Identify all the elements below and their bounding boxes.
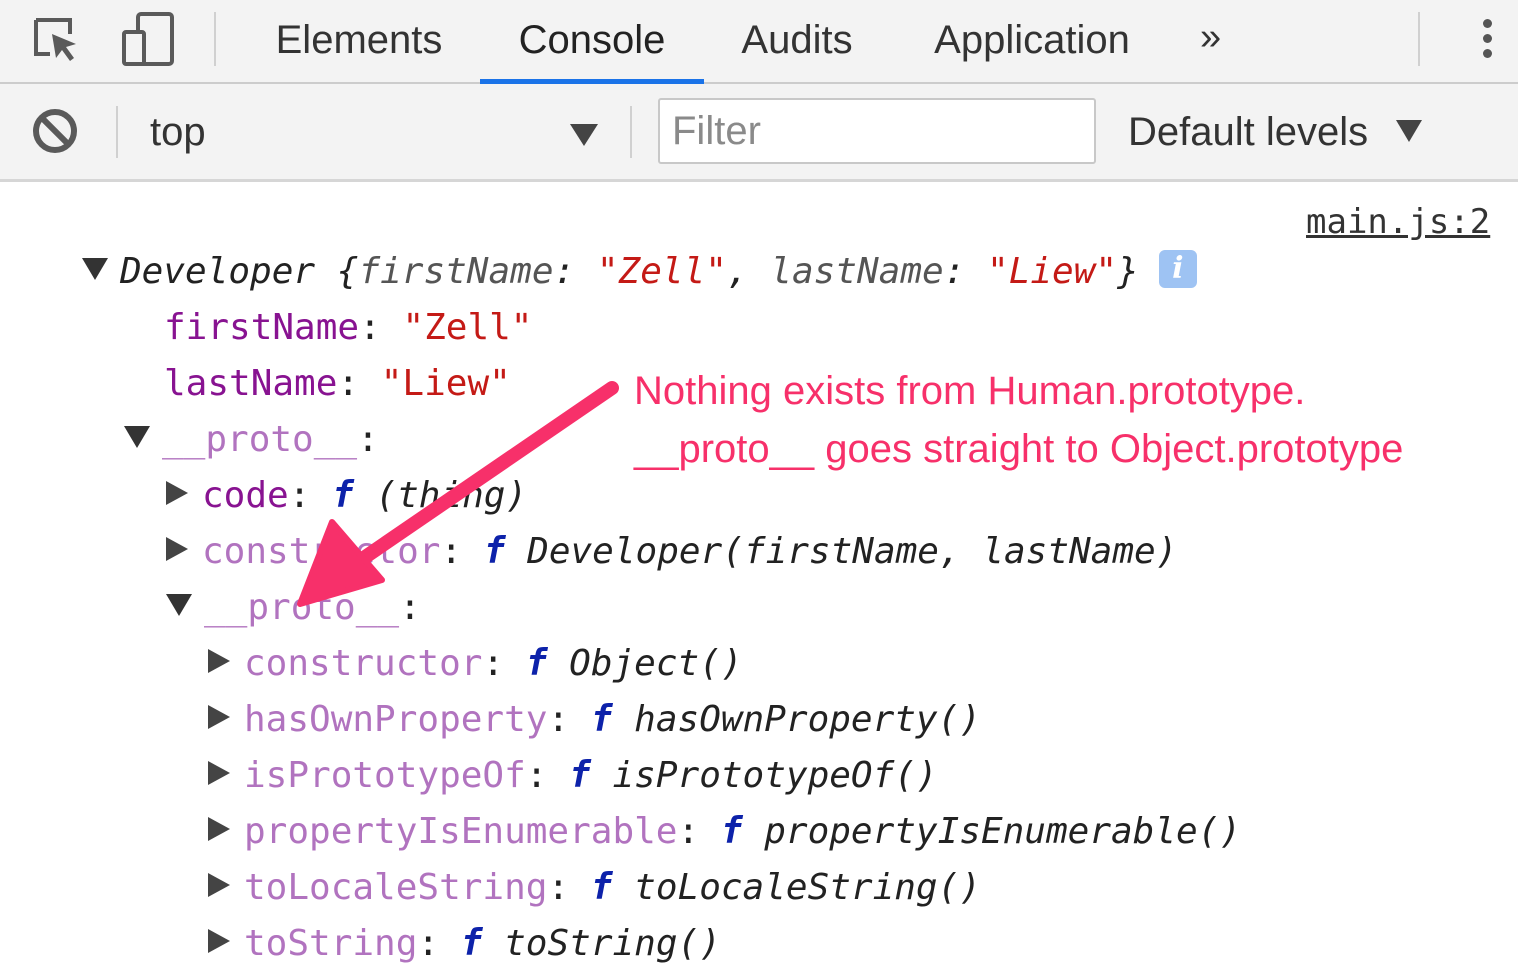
toolbar-divider bbox=[1418, 12, 1420, 66]
function-glyph: f bbox=[483, 531, 506, 572]
annotation-line: Nothing exists from Human.prototype. bbox=[634, 369, 1306, 413]
tab-application[interactable]: Application bbox=[910, 0, 1154, 84]
function-signature: (thing) bbox=[375, 475, 528, 516]
toolbar-divider bbox=[630, 106, 632, 158]
method-row[interactable]: isPrototypeOf: f isPrototypeOf() bbox=[208, 748, 938, 804]
tab-elements[interactable]: Elements bbox=[256, 0, 462, 84]
device-toolbar-icon[interactable] bbox=[120, 10, 178, 73]
method-row[interactable]: constructor: f Object() bbox=[208, 636, 743, 692]
expand-triangle-icon[interactable] bbox=[82, 258, 108, 280]
dropdown-arrow-icon bbox=[570, 124, 598, 146]
collapsed-triangle-icon[interactable] bbox=[208, 817, 230, 841]
function-glyph: f bbox=[590, 699, 613, 740]
property-key: toLocaleString bbox=[244, 867, 548, 908]
collapsed-triangle-icon[interactable] bbox=[166, 481, 188, 505]
info-icon[interactable]: i bbox=[1158, 250, 1197, 288]
summary-key: lastName bbox=[770, 251, 944, 292]
property-key: constructor bbox=[202, 531, 441, 572]
dropdown-arrow-icon[interactable] bbox=[1396, 120, 1422, 142]
collapsed-triangle-icon[interactable] bbox=[208, 929, 230, 953]
function-glyph: f bbox=[590, 867, 613, 908]
collapsed-triangle-icon[interactable] bbox=[208, 761, 230, 785]
property-value: "Liew" bbox=[380, 363, 511, 404]
collapsed-triangle-icon[interactable] bbox=[208, 873, 230, 897]
expand-triangle-icon[interactable] bbox=[124, 426, 150, 448]
customize-menu-icon[interactable] bbox=[1478, 14, 1496, 68]
log-levels-dropdown[interactable]: Default levels bbox=[1128, 110, 1368, 155]
source-link[interactable]: main.js:2 bbox=[1306, 202, 1490, 242]
property-key: isPrototypeOf bbox=[244, 755, 526, 796]
proto-row[interactable]: __proto__: bbox=[124, 412, 379, 468]
inspect-element-icon[interactable] bbox=[30, 14, 82, 71]
function-signature: isPrototypeOf() bbox=[612, 755, 938, 796]
property-key: constructor bbox=[244, 643, 483, 684]
function-signature: toLocaleString() bbox=[634, 867, 981, 908]
property-key: __proto__ bbox=[162, 419, 358, 460]
summary-value: "Zell" bbox=[596, 251, 727, 292]
more-tabs-chevron-icon[interactable]: » bbox=[1200, 16, 1221, 59]
function-signature: toString() bbox=[504, 923, 721, 964]
collapsed-triangle-icon[interactable] bbox=[166, 537, 188, 561]
summary-key: firstName bbox=[358, 251, 554, 292]
summary-brace: { bbox=[315, 251, 359, 292]
method-row[interactable]: propertyIsEnumerable: f propertyIsEnumer… bbox=[208, 804, 1241, 860]
method-row[interactable]: hasOwnProperty: f hasOwnProperty() bbox=[208, 692, 981, 748]
tab-console[interactable]: Console bbox=[480, 0, 704, 84]
method-row[interactable]: toLocaleString: f toLocaleString() bbox=[208, 860, 981, 916]
class-name: Developer bbox=[120, 251, 316, 292]
property-key: __proto__ bbox=[204, 587, 400, 628]
expand-triangle-icon[interactable] bbox=[166, 594, 192, 616]
function-signature: Developer(firstName, lastName) bbox=[527, 531, 1178, 572]
property-key: hasOwnProperty bbox=[244, 699, 548, 740]
property-row: firstName: "Zell" bbox=[164, 307, 533, 348]
function-glyph: f bbox=[460, 923, 483, 964]
function-glyph: f bbox=[332, 475, 354, 516]
console-output: main.js:2 Developer {firstName: "Zell", … bbox=[0, 182, 1518, 976]
object-summary-row[interactable]: Developer {firstName: "Zell", lastName: … bbox=[82, 244, 1197, 300]
collapsed-triangle-icon[interactable] bbox=[208, 705, 230, 729]
console-toolbar: top Default levels bbox=[0, 84, 1518, 182]
property-value: "Zell" bbox=[402, 307, 533, 348]
function-glyph: f bbox=[525, 643, 548, 684]
method-row[interactable]: constructor: f Developer(firstName, last… bbox=[166, 524, 1177, 580]
function-signature: propertyIsEnumerable() bbox=[764, 811, 1242, 852]
property-key: code bbox=[202, 475, 289, 516]
method-row[interactable]: code: f (thing) bbox=[166, 468, 527, 524]
context-value: top bbox=[150, 110, 206, 154]
property-key: firstName bbox=[164, 307, 360, 348]
function-glyph: f bbox=[569, 755, 591, 796]
summary-brace: } bbox=[1117, 251, 1139, 292]
property-key: propertyIsEnumerable bbox=[244, 811, 678, 852]
collapsed-triangle-icon[interactable] bbox=[208, 649, 230, 673]
filter-input[interactable] bbox=[658, 98, 1096, 164]
annotation-line: __proto__ goes straight to Object.protot… bbox=[634, 427, 1404, 471]
summary-separator: , bbox=[726, 251, 771, 292]
property-key: lastName bbox=[164, 363, 338, 404]
proto-row[interactable]: __proto__: bbox=[166, 580, 421, 636]
function-signature: hasOwnProperty() bbox=[634, 699, 981, 740]
context-selector[interactable]: top bbox=[120, 96, 620, 166]
tab-audits[interactable]: Audits bbox=[722, 0, 872, 84]
method-row[interactable]: toString: f toString() bbox=[208, 916, 721, 972]
toolbar-divider bbox=[214, 12, 216, 66]
property-row: lastName: "Liew" bbox=[164, 363, 511, 404]
function-signature: Object() bbox=[569, 643, 743, 684]
clear-console-icon[interactable] bbox=[30, 106, 80, 161]
annotation-note: Nothing exists from Human.prototype. __p… bbox=[634, 362, 1403, 478]
property-key: toString bbox=[244, 923, 418, 964]
summary-value: "Liew" bbox=[987, 251, 1118, 292]
devtools-tab-bar: Elements Console Audits Application » bbox=[0, 0, 1518, 84]
toolbar-divider bbox=[116, 106, 118, 158]
function-glyph: f bbox=[720, 811, 743, 852]
